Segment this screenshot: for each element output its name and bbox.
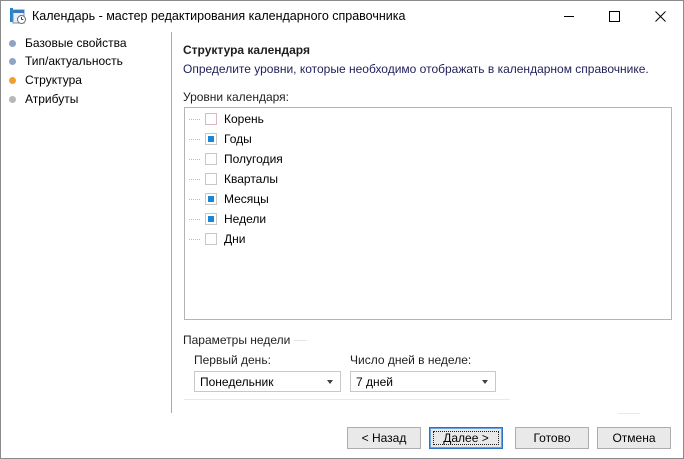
level-label: Кварталы xyxy=(224,172,278,186)
focus-ring xyxy=(433,431,499,445)
tree-connector xyxy=(189,239,201,240)
wizard-steps-nav: Базовые свойства Тип/актуальность Структ… xyxy=(1,32,171,414)
tree-connector xyxy=(189,219,201,220)
level-checkbox[interactable] xyxy=(205,233,217,245)
wizard-window: Календарь - мастер редактирования календ… xyxy=(0,0,684,459)
nav-divider xyxy=(171,32,172,413)
levels-label: Уровни календаря: xyxy=(183,90,290,104)
level-label: Годы xyxy=(224,132,252,146)
next-button[interactable]: Далее > xyxy=(429,427,503,449)
nav-item-label: Структура xyxy=(25,73,82,87)
level-label: Месяцы xyxy=(224,192,269,206)
window-title: Календарь - мастер редактирования календ… xyxy=(32,9,406,23)
level-checkbox[interactable] xyxy=(205,153,217,165)
maximize-button[interactable] xyxy=(592,1,637,31)
first-day-value: Понедельник xyxy=(200,375,274,389)
nav-item-label: Тип/актуальность xyxy=(25,54,123,68)
first-day-label: Первый день: xyxy=(194,353,271,367)
chevron-down-icon[interactable] xyxy=(482,380,488,384)
page-title: Структура календаря xyxy=(183,43,310,57)
nav-item-label: Базовые свойства xyxy=(25,36,127,50)
page-description: Определите уровни, которые необходимо от… xyxy=(183,62,649,76)
level-label: Полугодия xyxy=(224,152,283,166)
close-icon xyxy=(655,10,666,22)
level-checkbox[interactable] xyxy=(205,113,217,125)
week-params-legend: Параметры недели xyxy=(183,333,295,347)
level-label: Дни xyxy=(224,232,246,246)
title-bar[interactable]: Календарь - мастер редактирования календ… xyxy=(1,1,683,32)
nav-item-attributes[interactable]: Атрибуты xyxy=(9,90,78,108)
cancel-button[interactable]: Отмена xyxy=(597,427,671,449)
nav-item-label: Атрибуты xyxy=(25,92,79,106)
tree-connector xyxy=(189,179,201,180)
tree-connector xyxy=(189,159,201,160)
level-checkbox[interactable] xyxy=(205,173,217,185)
separator xyxy=(618,413,640,414)
nav-item-type-relevance[interactable]: Тип/актуальность xyxy=(9,52,123,70)
group-border xyxy=(184,399,510,400)
step-dot-icon xyxy=(9,76,16,84)
minimize-icon xyxy=(564,11,575,22)
level-label: Корень xyxy=(224,112,264,126)
nav-item-structure[interactable]: Структура xyxy=(9,71,82,89)
tree-connector xyxy=(189,119,201,120)
chevron-down-icon[interactable] xyxy=(327,380,333,384)
days-count-select[interactable]: 7 дней xyxy=(350,371,496,392)
level-checkbox[interactable] xyxy=(205,193,217,205)
level-label: Недели xyxy=(224,212,267,226)
first-day-select[interactable]: Понедельник xyxy=(194,371,341,392)
nav-item-base-properties[interactable]: Базовые свойства xyxy=(9,34,127,52)
step-dot-icon xyxy=(9,95,16,103)
close-button[interactable] xyxy=(638,1,683,31)
minimize-button[interactable] xyxy=(547,1,592,31)
days-count-label: Число дней в неделе: xyxy=(350,353,472,367)
level-checkbox[interactable] xyxy=(205,213,217,225)
calendar-wizard-icon xyxy=(9,7,27,25)
days-count-value: 7 дней xyxy=(356,375,394,389)
level-checkbox[interactable] xyxy=(205,133,217,145)
back-button[interactable]: < Назад xyxy=(347,427,421,449)
tree-connector xyxy=(189,139,201,140)
tree-connector xyxy=(189,199,201,200)
maximize-icon xyxy=(609,10,620,22)
finish-button[interactable]: Готово xyxy=(515,427,589,449)
step-dot-icon xyxy=(9,39,16,47)
step-dot-icon xyxy=(9,57,16,65)
calendar-levels-tree[interactable]: Корень Годы Полугодия Кварталы Месяцы Не… xyxy=(184,107,672,320)
